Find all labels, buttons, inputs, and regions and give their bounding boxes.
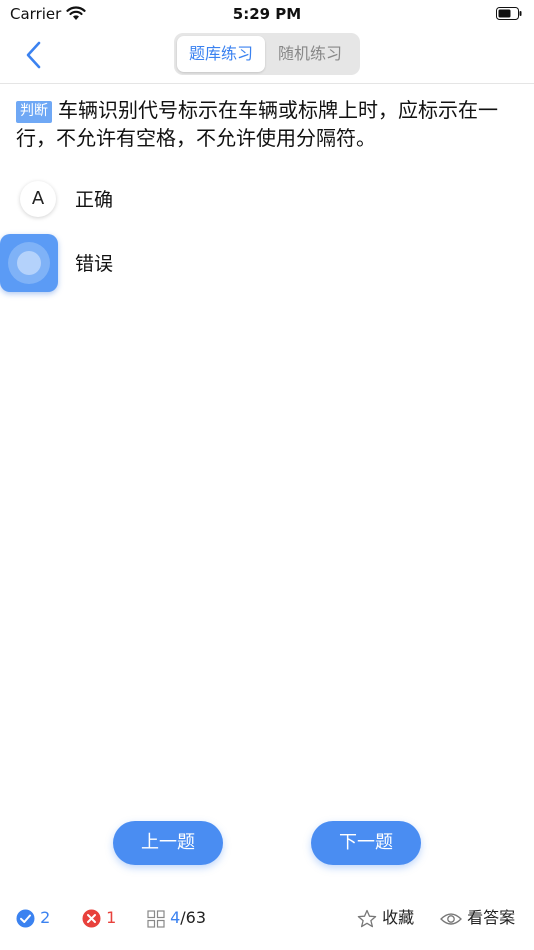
grid-icon [147,909,165,928]
battery-icon [496,7,522,20]
next-question-button[interactable]: 下一题 [311,821,421,865]
favorite-button[interactable]: 收藏 [357,906,414,930]
option-b-selected-marker [0,234,58,292]
total-questions: /63 [180,908,207,927]
footer-bar: 2 1 4/63 收藏 看答案 [0,900,534,936]
check-circle-icon [16,909,35,928]
tab-random-practice[interactable]: 随机练习 [266,36,354,72]
option-b[interactable]: 错误 [0,234,534,294]
previous-question-button[interactable]: 上一题 [113,821,223,865]
question-type-tag: 判断 [16,101,52,123]
current-question-number: 4 [170,908,181,927]
cross-circle-icon [82,909,101,928]
view-answer-label: 看答案 [467,908,516,927]
option-a[interactable]: A 正确 [0,170,534,230]
question-text: 车辆识别代号标示在车辆或标牌上时，应标示在一行，不允许有空格，不允许使用分隔符。 [16,98,498,150]
wrong-count-value: 1 [106,908,117,927]
star-icon [357,909,377,927]
correct-count: 2 [16,906,50,930]
screen: Carrier 5:29 PM 题库练习 随机练习 判断 车辆识别代号标示在车辆或… [0,0,534,950]
favorite-label: 收藏 [382,908,415,927]
option-b-text: 错误 [75,253,114,275]
nav-bar: 题库练习 随机练习 [0,30,534,84]
view-answer-button[interactable]: 看答案 [440,906,515,930]
clock: 5:29 PM [232,5,302,23]
correct-count-value: 2 [40,908,51,927]
back-chevron-icon[interactable] [20,40,50,70]
question-text-block: 判断 车辆识别代号标示在车辆或标牌上时，应标示在一行，不允许有空格，不允许使用分隔… [16,96,512,152]
wrong-count: 1 [82,906,116,930]
mode-segmented-control: 题库练习 随机练习 [174,33,360,75]
status-bar: Carrier 5:29 PM [0,0,534,30]
eye-icon [440,912,462,925]
option-a-letter: A [20,181,56,217]
option-a-text: 正确 [75,189,114,211]
question-progress[interactable]: 4/63 [147,906,206,930]
tab-question-bank-practice[interactable]: 题库练习 [177,36,265,72]
